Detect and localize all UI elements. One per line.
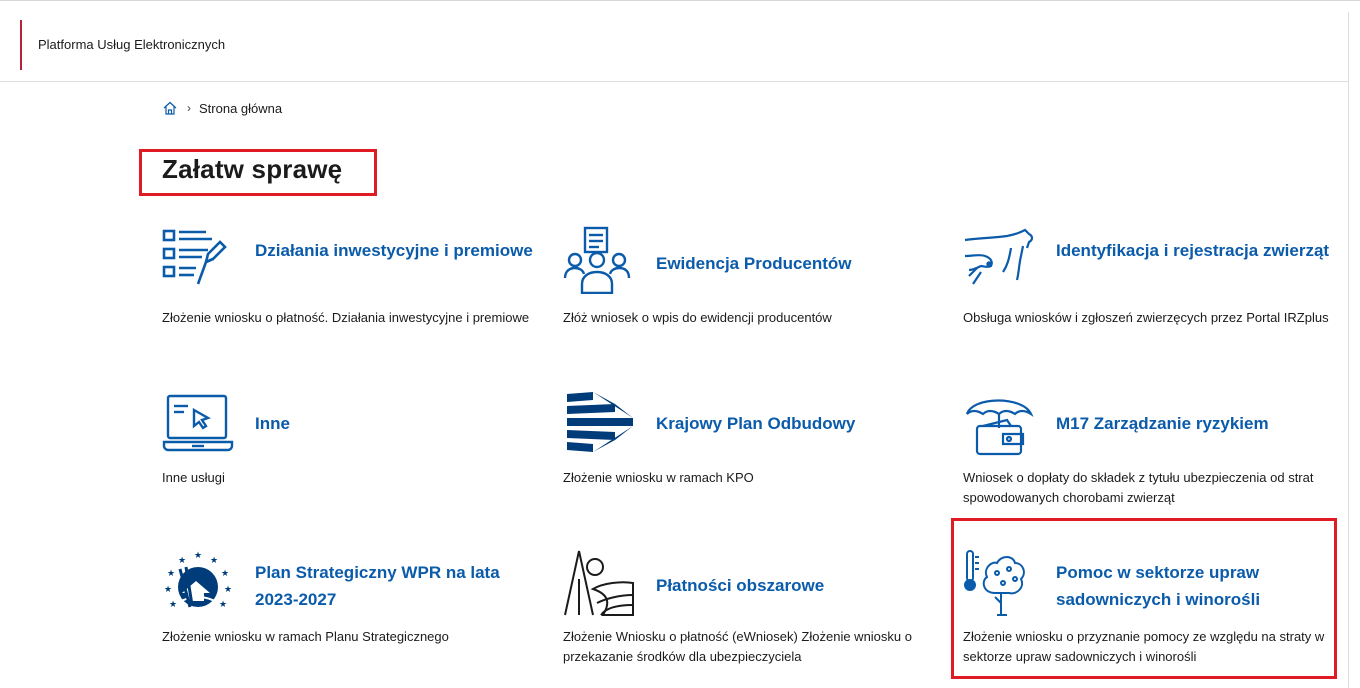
tile-title[interactable]: Inne (255, 410, 545, 437)
document-list-pen-icon (162, 226, 236, 294)
page-border (1348, 82, 1349, 688)
svg-text:★: ★ (221, 569, 229, 579)
top-border (0, 0, 1360, 1)
svg-text:★: ★ (167, 569, 175, 579)
tile-title[interactable]: Pomoc w sektorze upraw sadowniczych i wi… (1056, 559, 1346, 613)
platform-title-link[interactable]: Platforma Usług Elektronicznych (38, 37, 225, 52)
svg-text:★: ★ (210, 556, 218, 566)
tile-description: Złożenie wniosku w ramach Planu Strategi… (162, 629, 449, 644)
tree-thermometer-icon (963, 549, 1037, 617)
breadcrumb-separator-icon: › (187, 101, 191, 115)
tile-title[interactable]: Identyfikacja i rejestracja zwierząt (1056, 237, 1346, 264)
tile-title[interactable]: Płatności obszarowe (656, 572, 946, 599)
tile-title[interactable]: Krajowy Plan Odbudowy (656, 410, 946, 437)
tile-description: Złożenie wniosku o płatność. Działania i… (162, 310, 530, 325)
svg-text:★: ★ (178, 556, 186, 566)
cow-hand-icon (963, 226, 1037, 294)
umbrella-wallet-icon (963, 390, 1037, 458)
svg-text:★: ★ (194, 551, 202, 561)
tile-description: Złożenie wniosku w ramach KPO (563, 470, 754, 485)
tile-description: Złóż wniosek o wpis do ewidencji produce… (563, 310, 832, 325)
wpr-logo-icon: ★ ★ ★ ★ ★ ★ ★ ★ ★ (162, 549, 236, 617)
home-icon[interactable] (162, 100, 178, 116)
tile-description: Obsługa wniosków i zgłoszeń zwierzęcych … (963, 310, 1329, 325)
tile-title[interactable]: Ewidencja Producentów (656, 250, 946, 277)
tile-description: Inne usługi (162, 470, 225, 485)
svg-text:★: ★ (169, 600, 177, 610)
people-document-icon (563, 226, 637, 294)
tile-description: Złożenie wniosku o przyznanie pomocy ze … (963, 629, 1325, 664)
svg-text:★: ★ (219, 600, 227, 610)
page-title: Załatw sprawę (162, 154, 343, 184)
field-tree-icon (563, 549, 637, 617)
tile-description: Wniosek o dopłaty do składek z tytułu ub… (963, 470, 1314, 505)
tile-title[interactable]: Plan Strategiczny WPR na lata 2023-2027 (255, 559, 545, 613)
tile-title[interactable]: Działania inwestycyjne i premiowe (255, 237, 545, 264)
svg-text:★: ★ (224, 585, 232, 595)
header-accent-bar (20, 20, 22, 70)
site-header: Platforma Usług Elektronicznych (0, 12, 1349, 82)
tile-title[interactable]: M17 Zarządzanie ryzykiem (1056, 410, 1346, 437)
laptop-cursor-icon (162, 390, 236, 458)
breadcrumb-item-home[interactable]: Strona główna (199, 101, 282, 116)
tile-description: Złożenie Wniosku o płatność (eWniosek) Z… (563, 629, 912, 664)
svg-text:★: ★ (164, 585, 172, 595)
kpo-logo-icon (563, 390, 637, 458)
breadcrumb: › Strona główna (162, 100, 282, 116)
